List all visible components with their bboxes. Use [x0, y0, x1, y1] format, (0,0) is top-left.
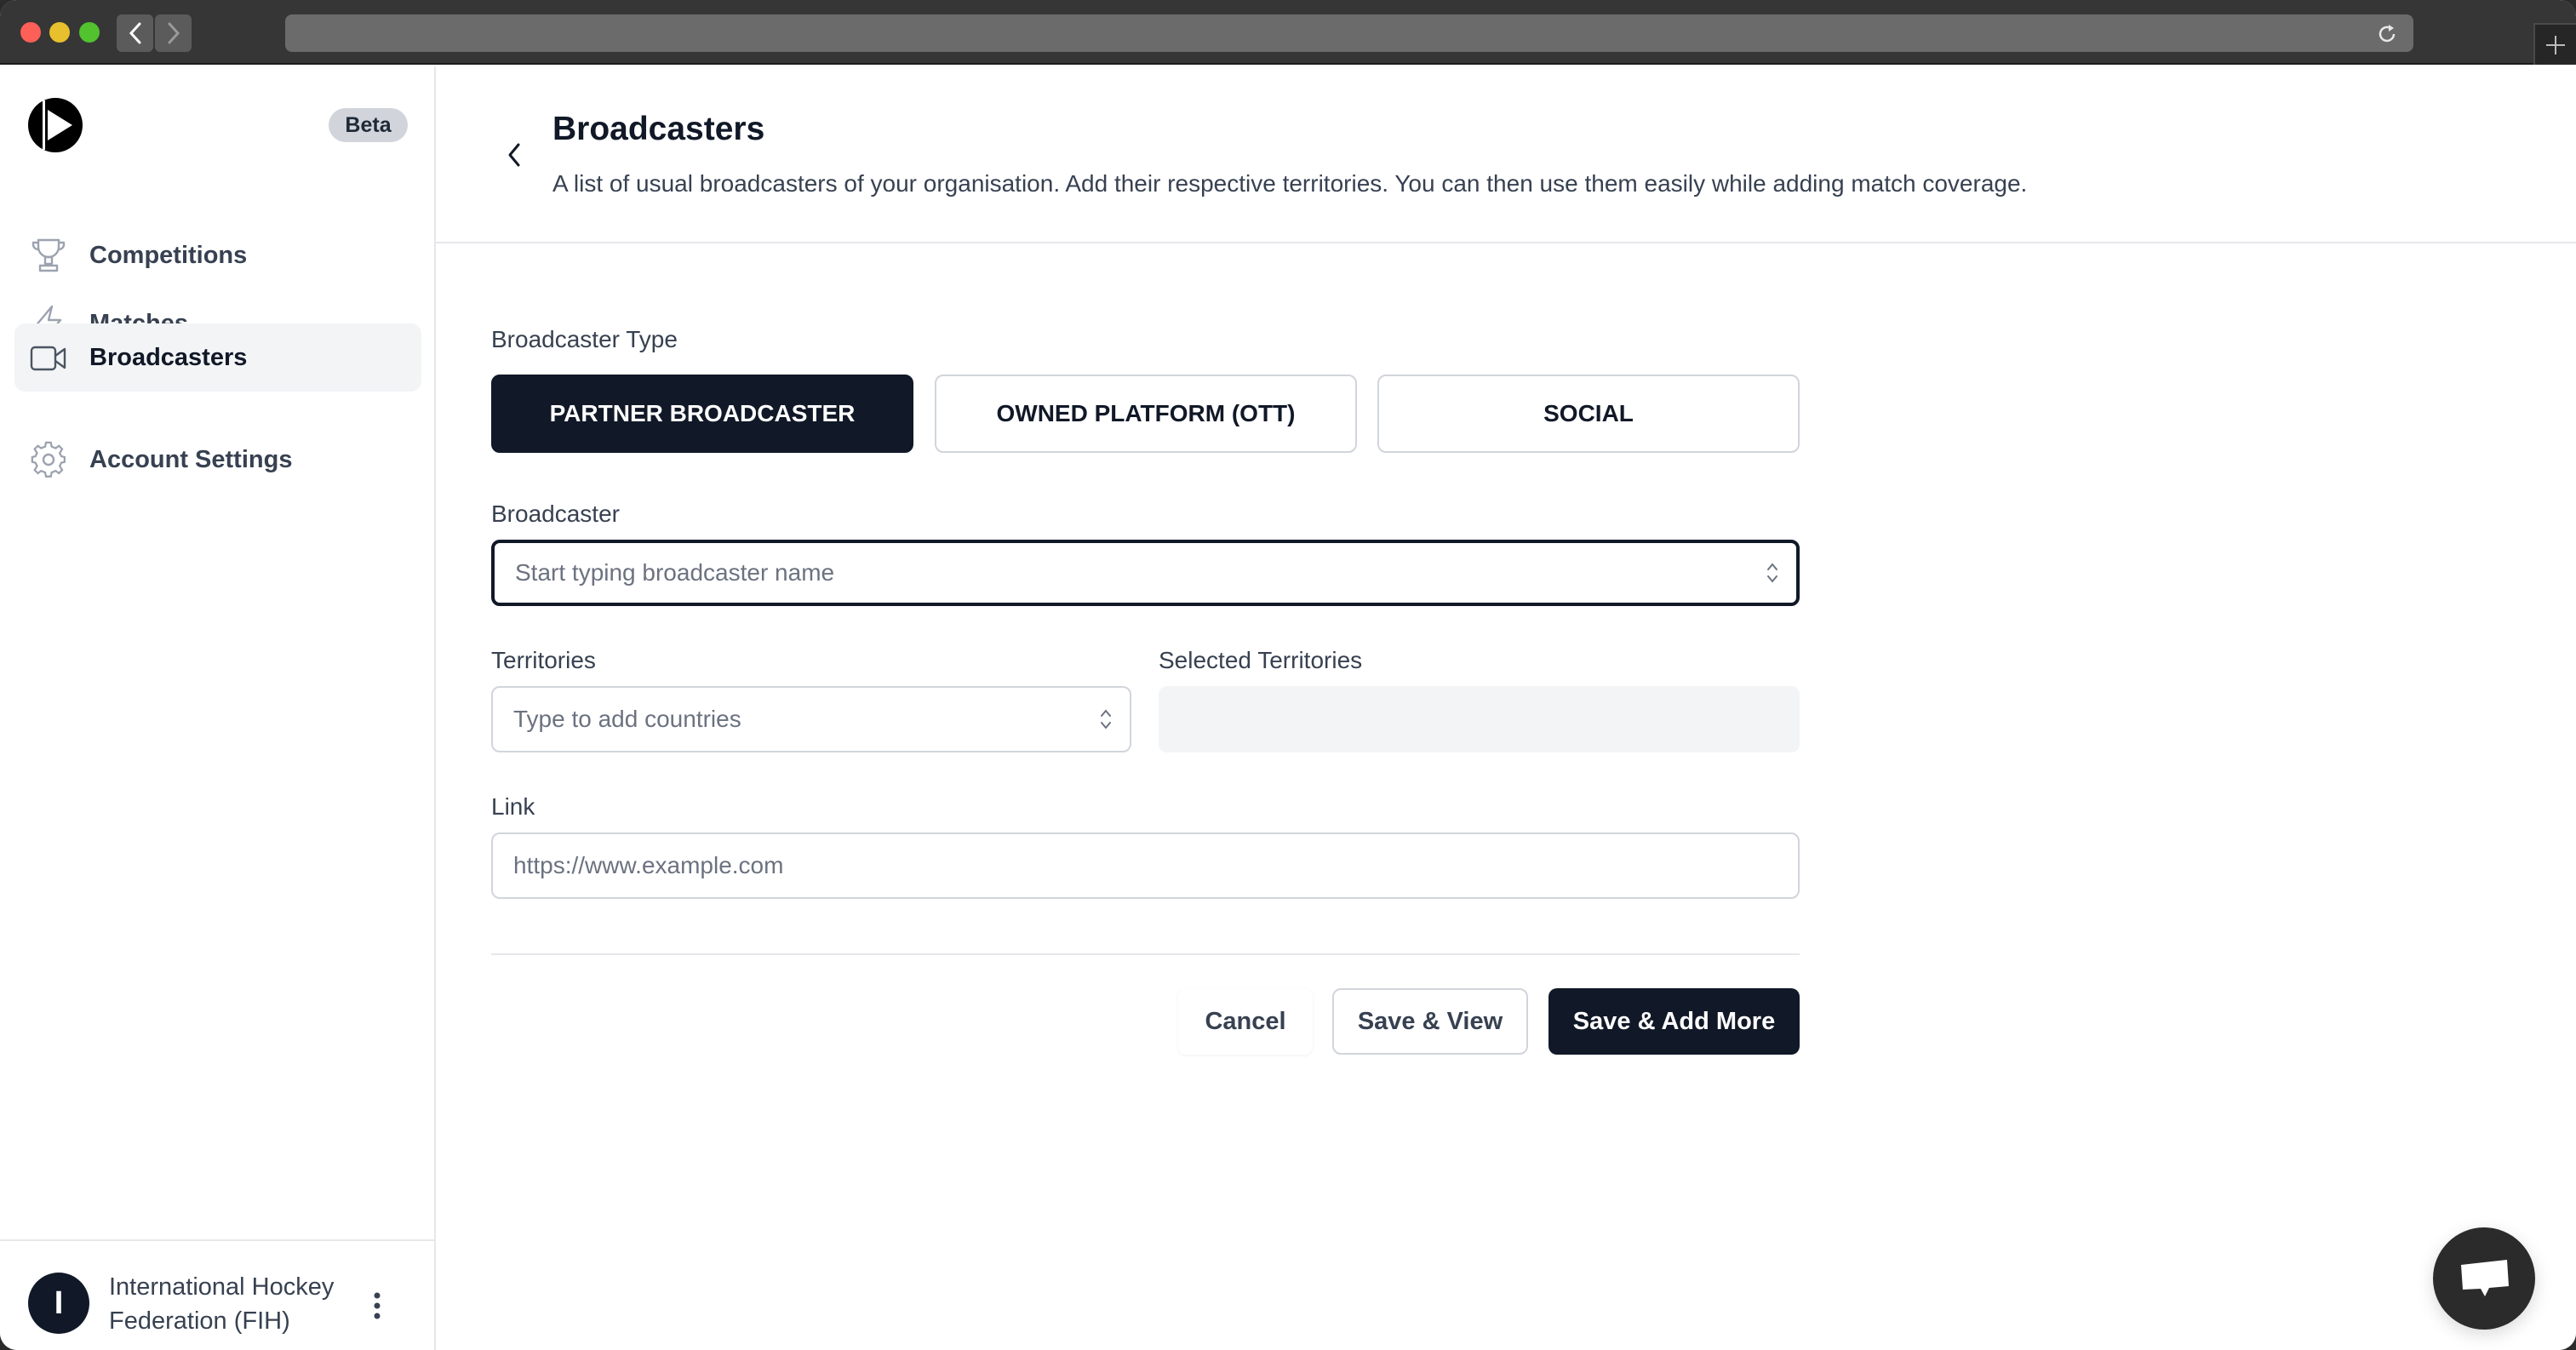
link-label: Link [491, 793, 535, 820]
reload-icon[interactable] [2376, 23, 2398, 45]
browser-window: Beta Competitions Matches Broadcasters A… [0, 0, 2576, 1350]
close-window-button[interactable] [20, 22, 41, 43]
territories-placeholder: Type to add countries [513, 706, 741, 732]
organization-name: International Hockey Federation (FIH) [109, 1273, 335, 1335]
chat-widget-button[interactable] [2433, 1227, 2535, 1330]
video-camera-icon [30, 339, 67, 376]
gear-icon [30, 441, 67, 478]
broadcaster-type-label: Broadcaster Type [491, 326, 678, 352]
new-tab-button[interactable] [2533, 23, 2576, 65]
sidebar-item-broadcasters[interactable]: Broadcasters [14, 323, 421, 392]
chevron-left-icon [129, 22, 140, 44]
address-bar[interactable] [285, 14, 2413, 52]
maximize-window-button[interactable] [79, 22, 100, 43]
organization-menu-button[interactable] [346, 1275, 408, 1336]
broadcaster-label: Broadcaster [491, 501, 620, 527]
type-partner-broadcaster-button[interactable]: PARTNER BROADCASTER [491, 375, 913, 453]
type-social-button[interactable]: SOCIAL [1377, 375, 1800, 453]
selected-territories-box [1159, 686, 1800, 752]
trophy-icon [30, 237, 67, 274]
sidebar-item-label: Account Settings [89, 445, 293, 473]
back-button[interactable] [495, 136, 533, 174]
page-description: A list of usual broadcasters of your org… [552, 170, 2028, 197]
save-and-view-button[interactable]: Save & View [1332, 988, 1528, 1055]
page-title: Broadcasters [552, 111, 765, 147]
type-owned-platform-button[interactable]: OWNED PLATFORM (OTT) [935, 375, 1357, 453]
selected-territories-label: Selected Territories [1159, 647, 1363, 673]
link-placeholder: https://www.example.com [513, 852, 784, 878]
broadcaster-placeholder: Start typing broadcaster name [515, 559, 835, 586]
beta-badge: Beta [329, 108, 408, 142]
chevron-left-icon [508, 143, 520, 167]
chevron-up-down-icon [1101, 709, 1111, 729]
save-and-add-more-button[interactable]: Save & Add More [1548, 988, 1800, 1055]
cancel-button[interactable]: Cancel [1178, 988, 1313, 1055]
page-header: Broadcasters A list of usual broadcaster… [436, 66, 2576, 243]
play-logo-icon[interactable] [28, 98, 83, 152]
link-input[interactable]: https://www.example.com [491, 832, 1800, 899]
territories-label: Territories [491, 647, 596, 673]
chevron-up-down-icon [1767, 563, 1777, 583]
form-divider [491, 953, 1800, 955]
chevron-right-icon [168, 22, 180, 44]
minimize-window-button[interactable] [49, 22, 70, 43]
vertical-dots-icon [374, 1292, 381, 1319]
sidebar-item-label: Broadcasters [89, 343, 248, 371]
main-content: Broadcasters A list of usual broadcaster… [436, 66, 2576, 1350]
browser-back-button[interactable] [117, 14, 153, 52]
browser-titlebar [0, 0, 2576, 65]
broadcaster-combobox[interactable]: Start typing broadcaster name [491, 540, 1800, 606]
sidebar-item-competitions[interactable]: Competitions [14, 221, 421, 289]
plus-icon [2546, 35, 2565, 54]
organization-switcher[interactable]: I International Hockey Federation (FIH) [0, 1239, 434, 1350]
territories-combobox[interactable]: Type to add countries [491, 686, 1131, 752]
chat-bubble-icon [2461, 1260, 2509, 1296]
sidebar-item-label: Competitions [89, 241, 248, 269]
avatar: I [28, 1273, 89, 1334]
sidebar-item-account-settings[interactable]: Account Settings [14, 426, 421, 494]
browser-forward-button[interactable] [155, 14, 192, 52]
sidebar: Beta Competitions Matches Broadcasters A… [0, 66, 436, 1350]
